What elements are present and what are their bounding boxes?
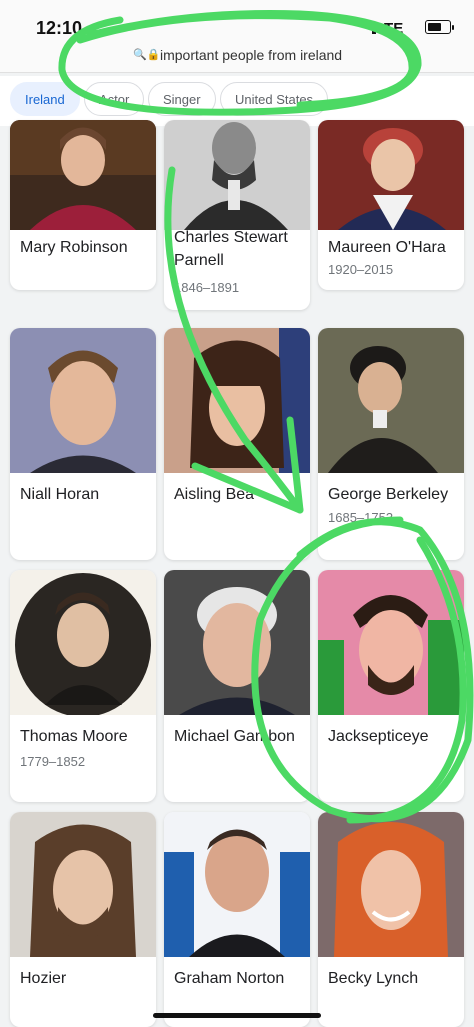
person-card-hozier[interactable]: Hozier <box>10 812 156 1027</box>
status-time: 12:10 <box>36 18 83 38</box>
battery-icon <box>425 20 451 34</box>
person-photo <box>164 120 310 230</box>
chip-ireland[interactable]: Ireland <box>10 82 80 116</box>
person-card-niall-horan[interactable]: Niall Horan <box>10 328 156 560</box>
person-card-jacksepticeye[interactable]: Jacksepticeye <box>318 570 464 802</box>
person-card-mary-robinson[interactable]: Mary Robinson <box>10 120 156 290</box>
home-indicator[interactable] <box>153 1013 321 1018</box>
person-name: Thomas Moore <box>20 728 128 745</box>
person-photo <box>164 812 310 957</box>
person-years: 1846–1891 <box>174 280 240 295</box>
search-lock-icon: 🔍🔒 <box>133 49 161 61</box>
address-bar[interactable]: 🔍🔒 important people from ireland <box>0 40 474 73</box>
person-card-maureen-ohara[interactable]: Maureen O'Hara 1920–2015 <box>318 120 464 290</box>
person-photo <box>318 328 464 473</box>
person-years: 1685–1753 <box>328 510 394 525</box>
person-name: Aisling Bea <box>174 486 255 503</box>
person-photo <box>164 570 310 715</box>
chip-actor[interactable]: Actor <box>84 82 145 116</box>
person-years: 1920–2015 <box>328 262 394 277</box>
person-card-charles-stewart-parnell[interactable]: Charles Stewart Parnell 1846–1891 <box>164 120 310 310</box>
person-name: Jacksepticeye <box>328 728 429 745</box>
person-card-graham-norton[interactable]: Graham Norton <box>164 812 310 1027</box>
status-bar: 12:10 LTE <box>0 0 474 40</box>
person-photo <box>10 328 156 473</box>
chip-singer[interactable]: Singer <box>148 82 216 116</box>
person-photo <box>318 570 464 715</box>
url-query[interactable]: important people from ireland <box>160 47 342 63</box>
person-photo <box>10 812 156 957</box>
person-photo <box>10 570 156 715</box>
chip-united-states[interactable]: United States <box>220 82 329 116</box>
person-name: Maureen O'Hara <box>328 239 446 256</box>
battery-cap-icon <box>452 25 454 30</box>
filter-chips: Ireland Actor Singer United States <box>0 76 474 126</box>
person-name: Mary Robinson <box>20 239 128 256</box>
person-name: Hozier <box>20 970 67 987</box>
person-photo <box>164 328 310 473</box>
person-name: Becky Lynch <box>328 970 419 987</box>
people-grid: Mary Robinson Charles Stewart Parnell 18… <box>0 120 474 1027</box>
person-name: Michael Gambon <box>174 728 295 745</box>
person-card-thomas-moore[interactable]: Thomas Moore 1779–1852 <box>10 570 156 802</box>
person-card-becky-lynch[interactable]: Becky Lynch <box>318 812 464 1027</box>
person-photo <box>318 812 464 957</box>
person-name: George Berkeley <box>328 486 449 503</box>
person-photo <box>10 120 156 230</box>
person-name: Graham Norton <box>174 970 285 987</box>
person-name: Niall Horan <box>20 486 100 503</box>
person-photo <box>318 120 464 230</box>
network-label: LTE <box>376 20 404 37</box>
person-years: 1779–1852 <box>20 754 86 769</box>
person-name: Charles Stewart Parnell <box>174 229 288 269</box>
person-card-george-berkeley[interactable]: George Berkeley 1685–1753 <box>318 328 464 560</box>
person-card-michael-gambon[interactable]: Michael Gambon <box>164 570 310 802</box>
person-card-aisling-bea[interactable]: Aisling Bea <box>164 328 310 560</box>
